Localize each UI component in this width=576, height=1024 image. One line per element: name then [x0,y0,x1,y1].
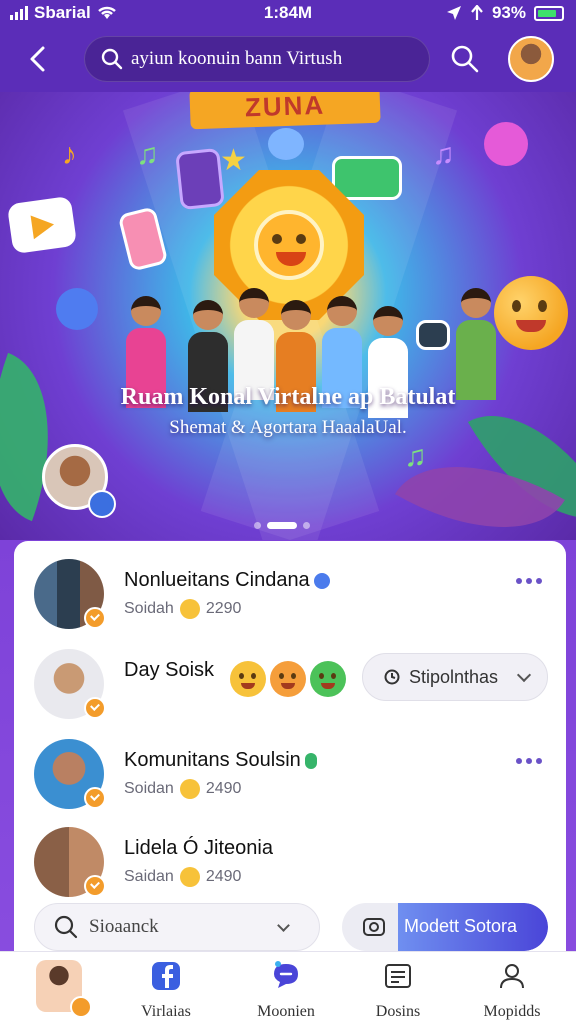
feed-actions: Modett Sotora [14,901,566,951]
camera-icon [363,918,385,936]
hero-subtitle: Shemat & Agortara HaaalaUal. [169,417,407,438]
tab-dosins[interactable]: Dosins [348,960,448,1020]
person-figure [456,288,496,400]
search-bar[interactable] [84,36,430,82]
item-name: Day Soisk [124,659,215,681]
cta-label: Modett Sotora [404,916,518,936]
carousel-dot-active[interactable] [267,522,297,529]
community-feed: Nonlueitans Cindana Soidah 2290 Day Soisk… [14,541,566,951]
verified-icon [313,572,330,589]
battery-icon [534,5,564,21]
chat-bubble-icon [274,961,298,988]
photo-sticker [332,156,402,200]
music-note-icon: ♫ [404,440,427,473]
person-figure [234,288,274,400]
search-icon [101,48,123,70]
reaction-emojis[interactable] [230,661,346,697]
chevron-down-icon [277,918,290,932]
green-smile-emoji-icon[interactable] [310,661,346,697]
tab-virlaias[interactable]: Virlaias [116,960,216,1020]
item-meta: Saidan 2490 [124,867,242,887]
cta-button[interactable]: Modett Sotora [342,903,548,951]
feed-search[interactable] [34,903,320,951]
status-select[interactable]: Stipolnthas [362,653,548,701]
location-arrow-icon [446,6,461,20]
verified-badge-icon [84,607,106,629]
facebook-icon [152,962,180,990]
carousel-dot[interactable] [254,522,261,529]
list-card-icon [385,964,411,988]
emoji-icon [179,867,200,887]
search-icon [54,915,78,939]
app-header [0,26,576,92]
more-options-button[interactable] [516,755,544,767]
tv-sticker [416,320,450,350]
music-disc-icon [56,288,98,330]
verified-badge-icon [84,787,106,809]
music-note-icon: ♪ [62,138,77,171]
add-badge-icon [70,996,92,1018]
search-input[interactable] [131,48,421,70]
tab-label: Mopidds [483,1003,541,1020]
search-button[interactable] [448,42,482,76]
music-note-icon: ♫ [136,138,159,171]
emoji-icon [179,599,200,619]
hero-title: Ruam Konal Virtalne ap Batulat [120,384,456,410]
verified-badge-icon [84,697,106,719]
profile-icon [500,964,524,989]
bottom-tab-bar: Virlaias Moonien Dosins Mopidds [0,951,576,1024]
item-meta: Soidan 2490 [124,779,242,799]
item-meta: Soidah 2290 [124,599,242,619]
emoji-icon [179,779,200,799]
back-button[interactable] [22,42,56,76]
list-item[interactable]: Komunitans Soulsin Soidan 2490 [14,727,566,813]
item-name: Komunitans Soulsin [124,749,317,772]
item-name: Lidela Ó Jiteonia [124,837,273,859]
carousel-dot[interactable] [303,522,310,529]
list-item[interactable]: Day Soisk Stipolnthas [14,637,566,723]
verified-badge-icon [84,875,106,897]
smiley-face-icon [254,210,324,280]
verified-icon [304,752,317,769]
list-item[interactable]: Lidela Ó Jiteonia Saidan 2490 [14,815,566,901]
tab-mopidds[interactable]: Mopidds [462,960,562,1020]
item-name: Nonlueitans Cindana [124,569,330,592]
star-struck-emoji-icon[interactable] [230,661,266,697]
share-badge-icon [88,490,116,518]
chevron-down-icon [516,667,532,683]
battery-percent: 93% [491,3,526,22]
signal-arrow-icon [471,5,483,20]
tab-label: Virlaias [141,1003,191,1020]
chat-bubble-sticker [268,128,304,160]
list-item[interactable]: Nonlueitans Cindana Soidah 2290 [14,547,566,633]
star-icon: ★ [220,144,247,177]
hero-banner[interactable]: ZUNA ♪ ♫ ♫ ♫ ★ Ruam Konal Virtalne ap Ba… [0,92,576,540]
profile-avatar[interactable] [508,36,554,82]
hero-caption: Ruam Konal Virtalne ap Batulat Shemat & … [0,384,576,439]
status-right: 93% [446,3,564,23]
tab-label: Moonien [257,1003,315,1020]
more-options-button[interactable] [516,575,544,587]
status-select-label: Stipolnthas [409,666,499,687]
play-sticker-icon [6,195,78,255]
book-sticker [175,147,225,211]
music-badge-icon [484,122,528,166]
carousel-indicator[interactable] [254,522,310,529]
feed-search-input[interactable] [89,916,269,938]
refresh-icon [384,669,400,685]
emoji-character-icon [494,276,568,350]
music-note-icon: ♫ [432,138,455,171]
tab-label: Dosins [375,1003,421,1020]
grin-emoji-icon[interactable] [270,661,306,697]
status-bar: Sbarial 1:84M 93% [0,0,576,26]
tab-moonien[interactable]: Moonien [236,960,336,1020]
